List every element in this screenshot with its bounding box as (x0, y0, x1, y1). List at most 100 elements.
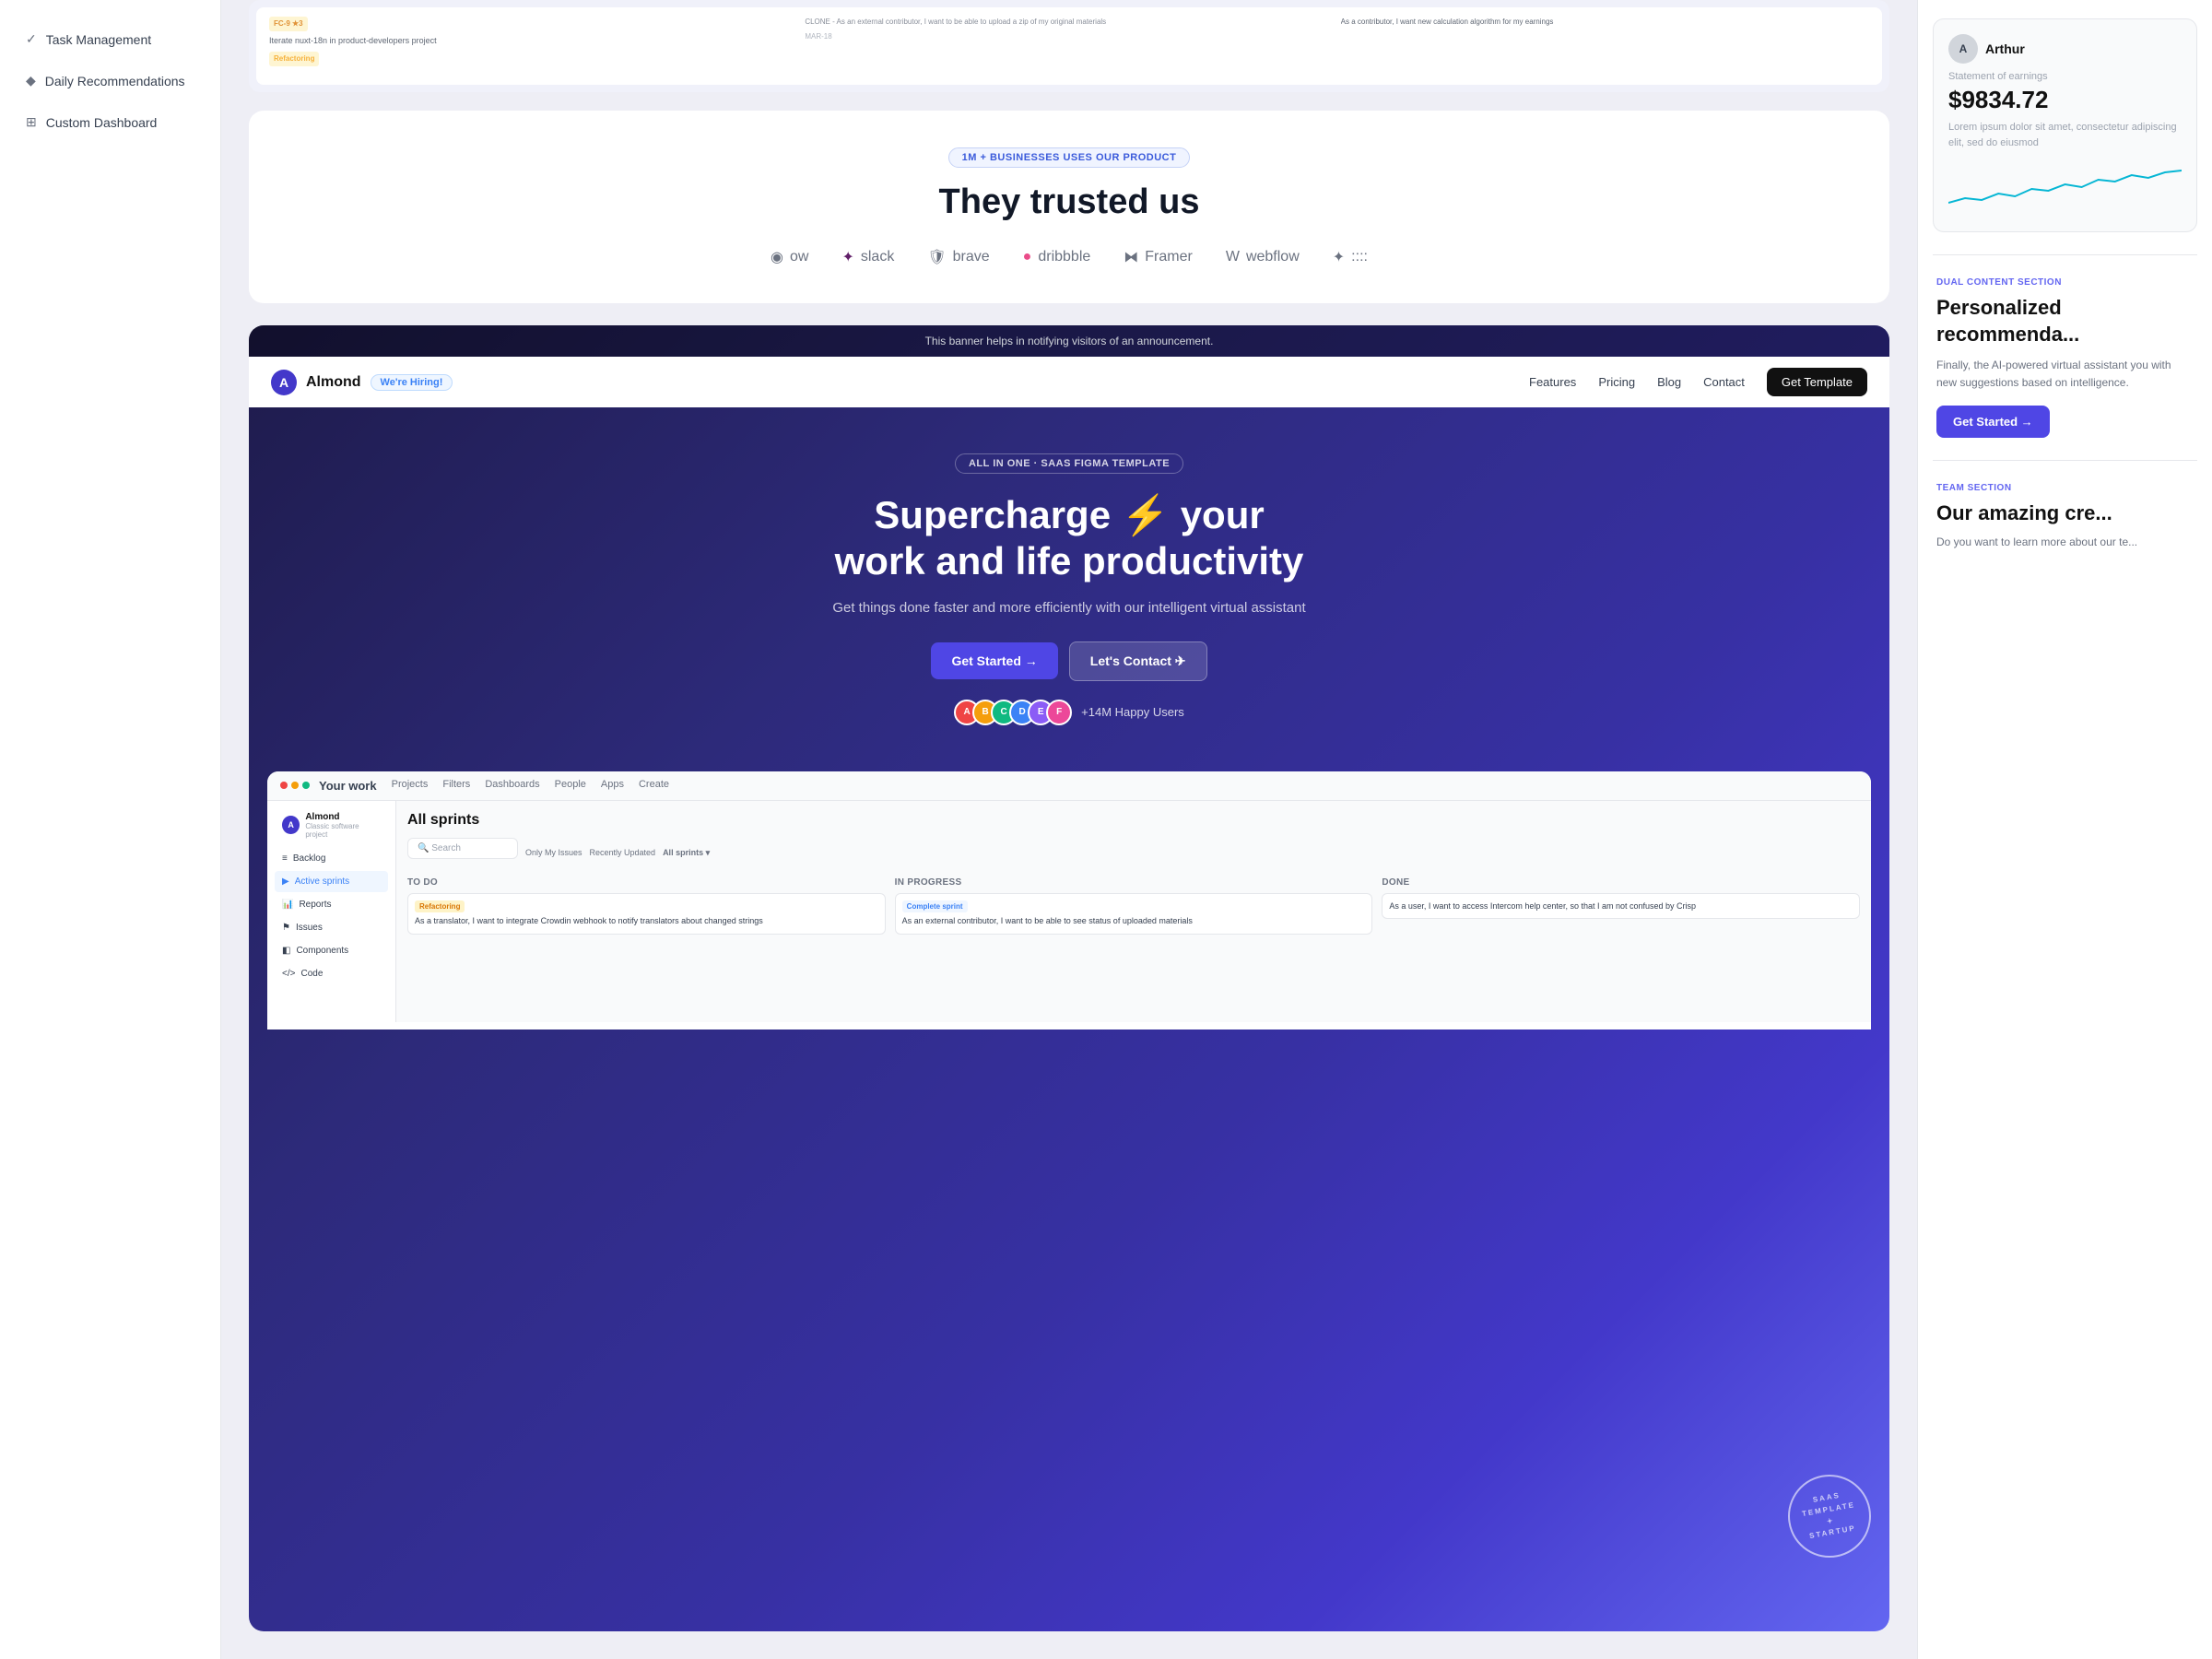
happy-users-count: +14M Happy Users (1081, 705, 1184, 719)
product-screenshot: Your work Projects Filters Dashboards Pe… (267, 771, 1871, 1030)
hero-badge: ALL IN ONE · SAAS FIGMA TEMPLATE (955, 453, 1183, 474)
logo-framer: ⧓ Framer (1124, 248, 1193, 266)
screenshot-main-area: All sprints 🔍 Search Only My Issues Rece… (396, 801, 1871, 1022)
logos-row: ◉ ow ✦ slack 🛡 brave ● dribbble ⧓ Framer… (276, 248, 1862, 266)
dual-content-section: DUAL CONTENT SECTION Personalized recomm… (1933, 277, 2197, 438)
screenshot-dots (280, 782, 310, 789)
slack-icon: ✦ (841, 248, 853, 266)
todo-header: TO DO (407, 877, 886, 888)
template-logo-icon: A (271, 370, 297, 395)
sidebar: ✓ Task Management ◆ Daily Recommendation… (0, 0, 221, 1659)
ow-icon: ◉ (771, 248, 783, 266)
nav-dashboards[interactable]: Dashboards (485, 779, 539, 793)
get-template-button[interactable]: Get Template (1767, 368, 1867, 396)
sprint-search[interactable]: 🔍 Search (407, 838, 518, 859)
team-title: Our amazing cre... (1936, 500, 2194, 527)
in-progress-header: IN PROGRESS (895, 877, 1373, 888)
earnings-description: Lorem ipsum dolor sit amet, consectetur … (1948, 120, 2182, 150)
tab-all-sprints[interactable]: All sprints ▾ (663, 848, 710, 858)
nav-apps[interactable]: Apps (601, 779, 624, 793)
done-card-text: As a user, I want to access Intercom hel… (1389, 900, 1853, 912)
hero-subtitle: Get things done faster and more efficien… (276, 600, 1862, 616)
kanban-done-column: DONE As a user, I want to access Interco… (1382, 877, 1860, 1006)
template-nav-links: Features Pricing Blog Contact Get Templa… (1529, 368, 1867, 396)
sidebar-components[interactable]: ◧ Components (275, 940, 388, 961)
template-section: This banner helps in notifying visitors … (249, 325, 1889, 1631)
sidebar-code[interactable]: </> Code (275, 963, 388, 984)
nav-filters[interactable]: Filters (442, 779, 470, 793)
dot-red (280, 782, 288, 789)
tab-recently-updated[interactable]: Recently Updated (590, 848, 656, 857)
tab-my-issues[interactable]: Only My Issues (525, 848, 582, 857)
earnings-amount: $9834.72 (1948, 86, 2182, 114)
earnings-chart (1948, 161, 2182, 217)
logo-ow: ◉ ow (771, 248, 808, 266)
screenshot-content: A Almond Classic software project ≡ Back… (267, 801, 1871, 1022)
nav-projects[interactable]: Projects (392, 779, 429, 793)
earnings-avatar: A (1948, 34, 1978, 64)
dot-yellow (291, 782, 299, 789)
hero-title: Supercharge ⚡ your work and life product… (276, 492, 1862, 585)
sidebar-active-sprints[interactable]: ▶ Active sprints (275, 871, 388, 892)
screenshot-nav: Your work Projects Filters Dashboards Pe… (319, 779, 669, 793)
earnings-label: Statement of earnings (1948, 71, 2182, 82)
in-progress-card-text: As an external contributor, I want to be… (902, 915, 1366, 927)
done-header: DONE (1382, 877, 1860, 888)
earnings-card: A Arthur Statement of earnings $9834.72 … (1933, 18, 2197, 232)
lets-contact-button[interactable]: Let's Contact ✈ (1069, 641, 1207, 681)
template-nav-left: A Almond We're Hiring! (271, 370, 453, 395)
template-hero: ALL IN ONE · SAAS FIGMA TEMPLATE Superch… (249, 407, 1889, 753)
check-icon: ✓ (26, 31, 37, 47)
project-name: Almond Classic software project (305, 812, 381, 839)
todo-tag: Refactoring (415, 900, 465, 912)
nav-your-work[interactable]: Your work (319, 779, 377, 793)
zapier-icon: ✦ (1333, 248, 1345, 266)
reports-icon: 📊 (282, 900, 293, 910)
framer-icon: ⧓ (1124, 248, 1138, 266)
screenshot-left-sidebar: A Almond Classic software project ≡ Back… (267, 801, 396, 1022)
sidebar-item-task-management[interactable]: ✓ Task Management (7, 20, 213, 58)
nav-pricing[interactable]: Pricing (1598, 375, 1635, 389)
logo-zapier: ✦ :::: (1333, 248, 1368, 266)
happy-users: A B C D E F +14M Happy Users (276, 700, 1862, 725)
sidebar-item-label: Daily Recommendations (45, 74, 185, 88)
trusted-section: 1M + BUSINESSES USES OUR PRODUCT They tr… (249, 111, 1889, 303)
saas-stamp: SAAS TEMPLATE ✦ STARTUP (1788, 1475, 1871, 1558)
right-panel: A Arthur Statement of earnings $9834.72 … (1917, 0, 2212, 1659)
brave-icon: 🛡 (927, 248, 946, 266)
grid-icon: ⊞ (26, 114, 37, 130)
logo-webflow: W webflow (1226, 249, 1300, 265)
sprint-tabs: 🔍 Search Only My Issues Recently Updated… (407, 838, 1860, 868)
trusted-badge: 1M + BUSINESSES USES OUR PRODUCT (948, 147, 1191, 168)
webflow-icon: W (1226, 249, 1240, 265)
sidebar-item-label: Task Management (46, 32, 151, 47)
dual-content-cta-button[interactable]: Get Started → (1936, 406, 2050, 438)
divider-1 (1933, 254, 2197, 255)
todo-card-1: Refactoring As a translator, I want to i… (407, 893, 886, 935)
nav-features[interactable]: Features (1529, 375, 1576, 389)
backlog-icon: ≡ (282, 853, 288, 864)
nav-people[interactable]: People (555, 779, 586, 793)
in-progress-tag: Complete sprint (902, 900, 968, 912)
in-progress-card-1: Complete sprint As an external contribut… (895, 893, 1373, 935)
main-content: FC-9 ★3 Iterate nuxt-18n in product-deve… (221, 0, 1917, 1659)
kanban-todo-column: TO DO Refactoring As a translator, I wan… (407, 877, 886, 1006)
earnings-header: A Arthur (1948, 34, 2182, 64)
sidebar-reports[interactable]: 📊 Reports (275, 894, 388, 915)
sidebar-issues[interactable]: ⚑ Issues (275, 917, 388, 938)
sidebar-backlog[interactable]: ≡ Backlog (275, 848, 388, 869)
project-logo-icon: A (282, 816, 300, 834)
get-started-button[interactable]: Get Started → (931, 642, 1057, 679)
nav-contact[interactable]: Contact (1703, 375, 1745, 389)
sidebar-item-label: Custom Dashboard (46, 115, 158, 130)
nav-create[interactable]: Create (639, 779, 669, 793)
logo-slack: ✦ slack (841, 248, 894, 266)
team-description: Do you want to learn more about our te..… (1936, 534, 2194, 551)
sidebar-item-daily-recommendations[interactable]: ◆ Daily Recommendations (7, 62, 213, 100)
nav-blog[interactable]: Blog (1657, 375, 1681, 389)
dual-content-title: Personalized recommenda... (1936, 295, 2194, 347)
chart-svg (1948, 161, 2182, 217)
sidebar-item-custom-dashboard[interactable]: ⊞ Custom Dashboard (7, 103, 213, 141)
dual-content-description: Finally, the AI-powered virtual assistan… (1936, 357, 2194, 392)
issues-icon: ⚑ (282, 923, 290, 933)
